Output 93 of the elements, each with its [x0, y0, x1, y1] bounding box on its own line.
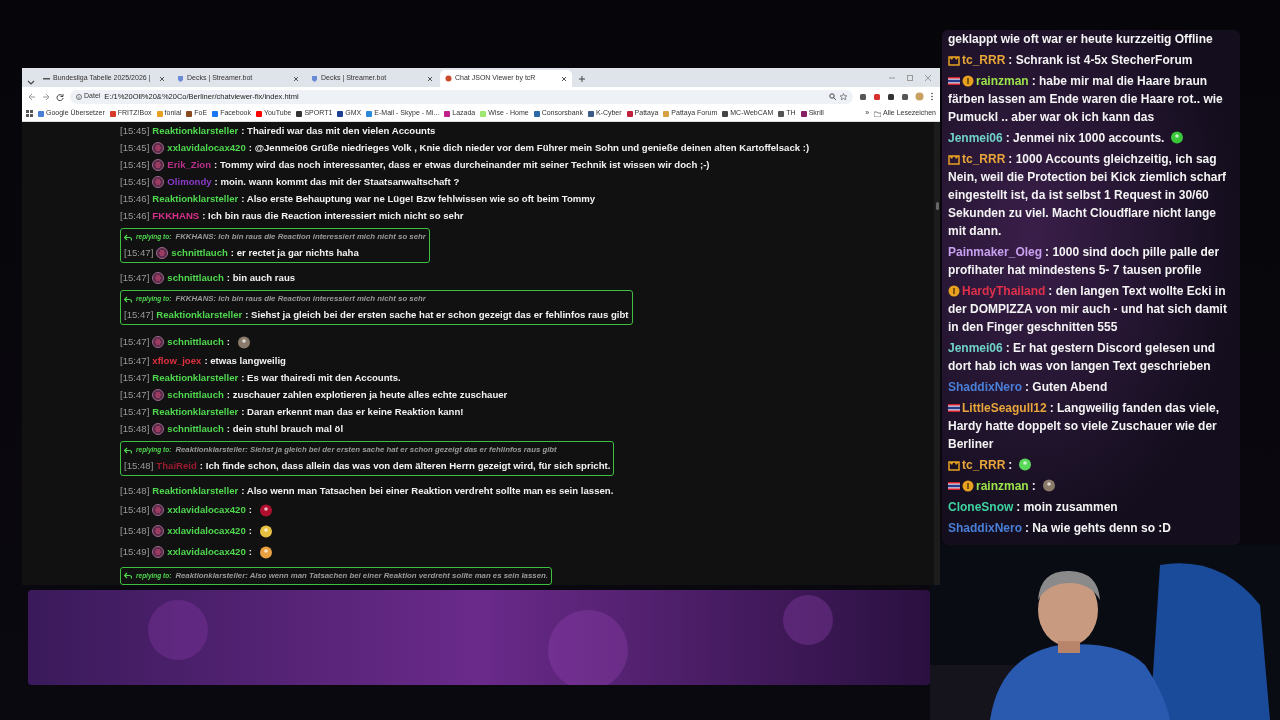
reply-arrow-icon [124, 233, 132, 241]
chat-message: LittleSeagull12 : Langweilig fanden das viele, Hardy hatte doppelt so viele Zuschauer wie der Berliner [948, 400, 1221, 453]
message-text: : zuschauer zahlen explotieren ja heute alles echte zuschauer [226, 388, 508, 402]
message-text: : Also erste Behauptung war ne Lüge! Bzw fehlwissen wie so oft beim Tommy [241, 192, 596, 206]
reply-arrow-icon [124, 572, 132, 579]
chat-message: tc_RRR : Schrank ist 4-5x StecherForum [948, 51, 1234, 69]
timestamp: [15:49] [120, 545, 150, 559]
favicon-icon [43, 75, 50, 82]
timestamp: [15:48] [120, 524, 150, 538]
message-text: : [248, 524, 252, 538]
username[interactable]: Reaktionklarsteller [152, 403, 239, 420]
message-text: : [248, 545, 252, 559]
timestamp: [15:46] [120, 192, 150, 206]
chat-message: geklappt wie oft war er heute kurzzeitig Offline [948, 31, 1214, 48]
timestamp: [15:48] [120, 484, 150, 498]
reply-arrow-icon [124, 446, 132, 454]
username[interactable]: Reaktionklarsteller [152, 369, 239, 386]
apps-icon[interactable] [26, 110, 33, 117]
username[interactable]: Reaktionklarsteller [152, 190, 239, 207]
chat-message: rainzman : habe mir mal die Haare braun färben lassen am Ende waren die Haare rot.. wie Pumuckl .. aber war ok ich kann das [948, 73, 1224, 126]
forward-icon[interactable] [42, 92, 50, 101]
reply-arrow-icon [124, 295, 132, 303]
message-text: : er rectet ja gar nichts haha [230, 246, 359, 260]
username[interactable]: Reaktionklarsteller [156, 306, 243, 323]
timestamp: [15:48] [120, 422, 150, 436]
message-text: : [248, 503, 252, 517]
message-text: : Tommy wird das noch interessanter, dass er etwas durcheinander mit seiner Technik ist wissen wir doch ;-) [214, 158, 710, 172]
chat-message: Jenmei06 : Er hat gestern Discord gelesen und dort hab ich was von langen Text geschrieben [948, 340, 1217, 375]
username[interactable]: schnittlauch [167, 331, 224, 352]
message-text: : bin auch raus [226, 271, 296, 285]
favicon-icon [311, 75, 318, 82]
close-icon[interactable] [561, 75, 567, 82]
timestamp: [15:48] [124, 459, 154, 473]
close-icon[interactable] [293, 75, 299, 82]
info-icon[interactable] [76, 93, 82, 100]
chat-message: HardyThailand : den langen Text wollte Ecki in der DOMPIZZA von mir auch - und hat sich damit in den Finger geschnitten 555 [948, 283, 1228, 336]
favicon-icon [177, 75, 184, 82]
username[interactable]: schnittlauch [167, 420, 224, 437]
username[interactable]: Reaktionklarsteller [152, 482, 239, 499]
username[interactable]: xflow_joex [152, 352, 202, 369]
message-text: : Ich bin raus die Reaction interessiert mich nicht so sehr [202, 209, 464, 223]
username[interactable]: xxlavidalocax420 [167, 520, 246, 541]
username[interactable]: xxlavidalocax420 [167, 541, 246, 562]
timestamp: [15:47] [120, 388, 150, 402]
timestamp: [15:48] [120, 503, 150, 517]
chat-message: ShaddixNero : Guten Abend [948, 379, 1109, 396]
message-text: : Also wenn man Tatsachen bei einer Reaktion verdreht sollte man es sein lassen. [241, 484, 614, 498]
message-text: : Thairedi war das mit den vielen Accounts [241, 124, 436, 138]
username[interactable]: FKKHANS [152, 207, 200, 224]
timestamp: [15:45] [120, 124, 150, 138]
timestamp: [15:46] [120, 209, 150, 223]
timestamp: [15:45] [120, 141, 150, 155]
chat-message: ShaddixNero : Na wie gehts denn so :D [948, 520, 1173, 537]
chat-message: rainzman : [948, 477, 1234, 495]
chat-message: tc_RRR : 1000 Accounts gleichzeitig, ich sag Nein, weil die Protection bei Kick ziemlich scharf eingestellt ist, da ist selbst 1 Request in 30/60 Sekunden zu viel. Macht Cloudflare nicht lange mit dann. [948, 151, 1228, 240]
message-text: : [226, 335, 231, 349]
timestamp: [15:45] [120, 175, 150, 189]
close-icon[interactable] [427, 75, 433, 82]
message-text: : Ich finde schon, dass allein das was von dem älteren Herrn gezeigt wird, für sich spricht. [199, 459, 611, 473]
message-text: : etwas langweilig [204, 354, 286, 368]
timestamp: [15:47] [120, 335, 150, 349]
username[interactable]: xxlavidalocax420 [167, 499, 246, 520]
folder-icon [874, 110, 882, 117]
close-icon[interactable] [159, 75, 165, 82]
back-icon[interactable] [28, 92, 36, 101]
timestamp: [15:47] [120, 354, 150, 368]
favicon-icon [445, 75, 452, 82]
timestamp: [15:47] [120, 405, 150, 419]
timestamp: [15:47] [124, 308, 154, 322]
timestamp: [15:45] [120, 158, 150, 172]
new-tab-icon[interactable] [578, 75, 586, 83]
username[interactable]: xxlavidalocax420 [167, 139, 246, 156]
message-text: : dein stuhl brauch mal öl [226, 422, 344, 436]
username[interactable]: schnittlauch [171, 244, 228, 261]
timestamp: [15:47] [120, 371, 150, 385]
chat-message: tc_RRR : [948, 456, 1234, 474]
username[interactable]: schnittlauch [167, 269, 224, 286]
message-text: : Daran erkennt man das er keine Reaktion kann! [241, 405, 464, 419]
scrollbar[interactable] [934, 122, 940, 585]
username[interactable]: Reaktionklarsteller [152, 122, 239, 139]
message-text: : Es war thairedi mit den Accounts. [241, 371, 401, 385]
star-icon[interactable] [840, 93, 847, 100]
reload-icon[interactable] [56, 92, 64, 101]
timestamp: [15:47] [124, 246, 154, 260]
chat-message: CloneSnow : moin zusammen [948, 499, 1119, 516]
username[interactable]: schnittlauch [167, 386, 224, 403]
chat-message: Jenmei06 : Jenmei nix 1000 accounts. [948, 129, 1234, 147]
chat-message: Painmaker_Oleg : 1000 sind doch pille palle der profihater hat mindestens 5- 7 tausen profile [948, 244, 1221, 279]
zoom-icon[interactable] [829, 93, 836, 100]
message-text: : moin. wann kommt das mit der Staatsanwaltschaft ? [214, 175, 460, 189]
message-text: : @Jenmei06 Grüße niedrieges Volk , Knie dich nieder vor dem Führer mein Sohn und genieße deinen alten Kartoffelsack :) [248, 141, 810, 155]
message-text: : Siehst ja gleich bei der ersten sache hat er schon gezeigt das er fehlinfos raus gibt [245, 308, 629, 322]
timestamp: [15:47] [120, 271, 150, 285]
